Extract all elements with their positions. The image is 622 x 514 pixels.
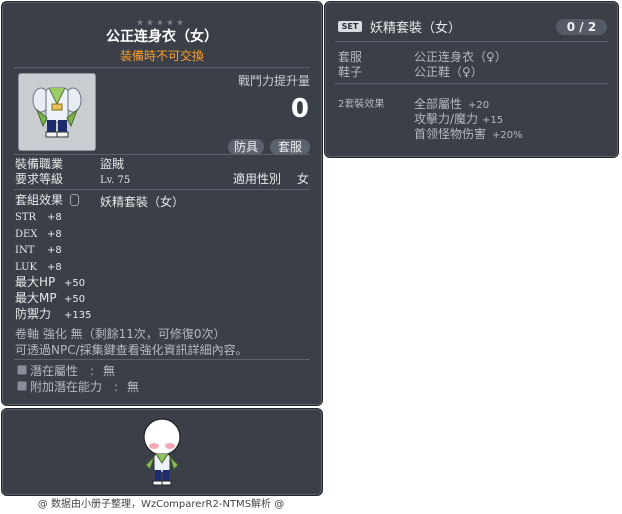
star-icon [136, 19, 144, 26]
stat-value: +135 [64, 310, 92, 321]
divider [14, 359, 310, 360]
stat-value: +8 [47, 212, 62, 223]
divider [14, 154, 310, 155]
divider [335, 83, 608, 84]
set-effect-value: +15 [482, 115, 504, 126]
stat-value: +8 [47, 262, 62, 273]
tag-armor: 防具 [228, 139, 264, 155]
set-part-slot: 套服 [338, 50, 363, 64]
req-level-label: 要求等級 [15, 172, 64, 186]
stat-name: INT [15, 245, 35, 256]
stat-name: 最大MP [15, 291, 57, 305]
set-badge-text: SET [341, 22, 359, 31]
stat-name: 最大HP [15, 275, 56, 289]
lock-icon [70, 194, 79, 206]
tag-overall: 套服 [270, 139, 310, 155]
star-icon [146, 19, 154, 26]
set-effect-value: +20 [468, 100, 490, 111]
job-label: 裝備職業 [15, 157, 64, 171]
set-part-name: 公正鞋（♀） [414, 65, 483, 79]
gender-value: 女 [297, 172, 310, 186]
stat-value: +50 [64, 294, 86, 305]
stat-value: +8 [47, 245, 62, 256]
power-value: 0 [290, 94, 309, 124]
gender-label: 適用性別 [233, 172, 282, 186]
divider [335, 41, 608, 42]
bonus-potential-value: 無 [127, 380, 140, 394]
job-value: 盜賊 [100, 157, 125, 171]
req-level-value: Lv. 75 [100, 175, 131, 186]
stat-name: 防禦力 [15, 307, 52, 321]
set-part-slot: 鞋子 [338, 65, 363, 79]
set-effect-label: 2套裝效果 [338, 99, 385, 110]
stat-value: +50 [64, 278, 86, 289]
item-tooltip-panel: 公正连身衣（女） 装備時不可交換 戰鬥力提升量 0 防具 套服 裝備職業 盜賊 … [1, 1, 323, 406]
potential-colon: : [90, 364, 95, 378]
set-count-text: 0 / 2 [566, 20, 597, 34]
bonus-potential-colon: : [114, 380, 119, 394]
divider [14, 67, 310, 68]
divider [14, 189, 310, 190]
footer-credit: @ 数据由小册子整理，WzComparerR2-NTMS解析 @ [37, 499, 285, 510]
star-icon [156, 19, 164, 26]
jumpsuit-icon [32, 87, 82, 138]
avatar-preview-panel [1, 408, 323, 496]
set-effect-label: 套組效果 [15, 193, 64, 207]
set-effect-value: +20% [492, 130, 523, 141]
potential-label: 潛在屬性 [30, 364, 79, 378]
set-badge: SET [338, 21, 362, 32]
bonus-potential-label: 附加潛在能力 [30, 380, 103, 394]
potential-icon [17, 365, 27, 375]
set-effect-name: 首领怪物伤害 [414, 127, 487, 141]
npc-info: 可透過NPC/採集鍵查看強化資訊詳細內容。 [15, 343, 248, 357]
potential-value: 無 [103, 364, 116, 378]
star-rating [135, 11, 195, 30]
trade-note: 装備時不可交換 [119, 49, 204, 63]
character-avatar [143, 418, 181, 486]
upgrade-info: 卷軸 強化 無（剩餘11次，可修復0次） [15, 327, 226, 341]
stat-value: +8 [47, 229, 62, 240]
power-label: 戰鬥力提升量 [237, 74, 310, 88]
set-part-name: 公正连身衣（♀） [414, 50, 507, 64]
set-title: 妖精套裝（女） [370, 21, 462, 36]
set-effect-name: 攻擊力/魔力 [414, 112, 479, 126]
star-icon [176, 19, 184, 26]
item-name: 公正连身衣（女） [106, 29, 218, 45]
set-count: 0 / 2 [556, 19, 607, 35]
set-effect-value: 妖精套裝（女） [100, 195, 185, 209]
star-icon [166, 19, 174, 26]
stat-name: DEX [15, 229, 38, 240]
stat-name: LUK [15, 262, 37, 273]
stat-name: STR [15, 212, 37, 223]
bonus-potential-icon [17, 381, 27, 391]
set-effect-name: 全部屬性 [414, 97, 463, 111]
item-icon-frame [18, 73, 96, 151]
set-tooltip-panel: SET 妖精套裝（女） 0 / 2 套服 公正连身衣（♀） 鞋子 公正鞋（♀） … [324, 1, 619, 158]
